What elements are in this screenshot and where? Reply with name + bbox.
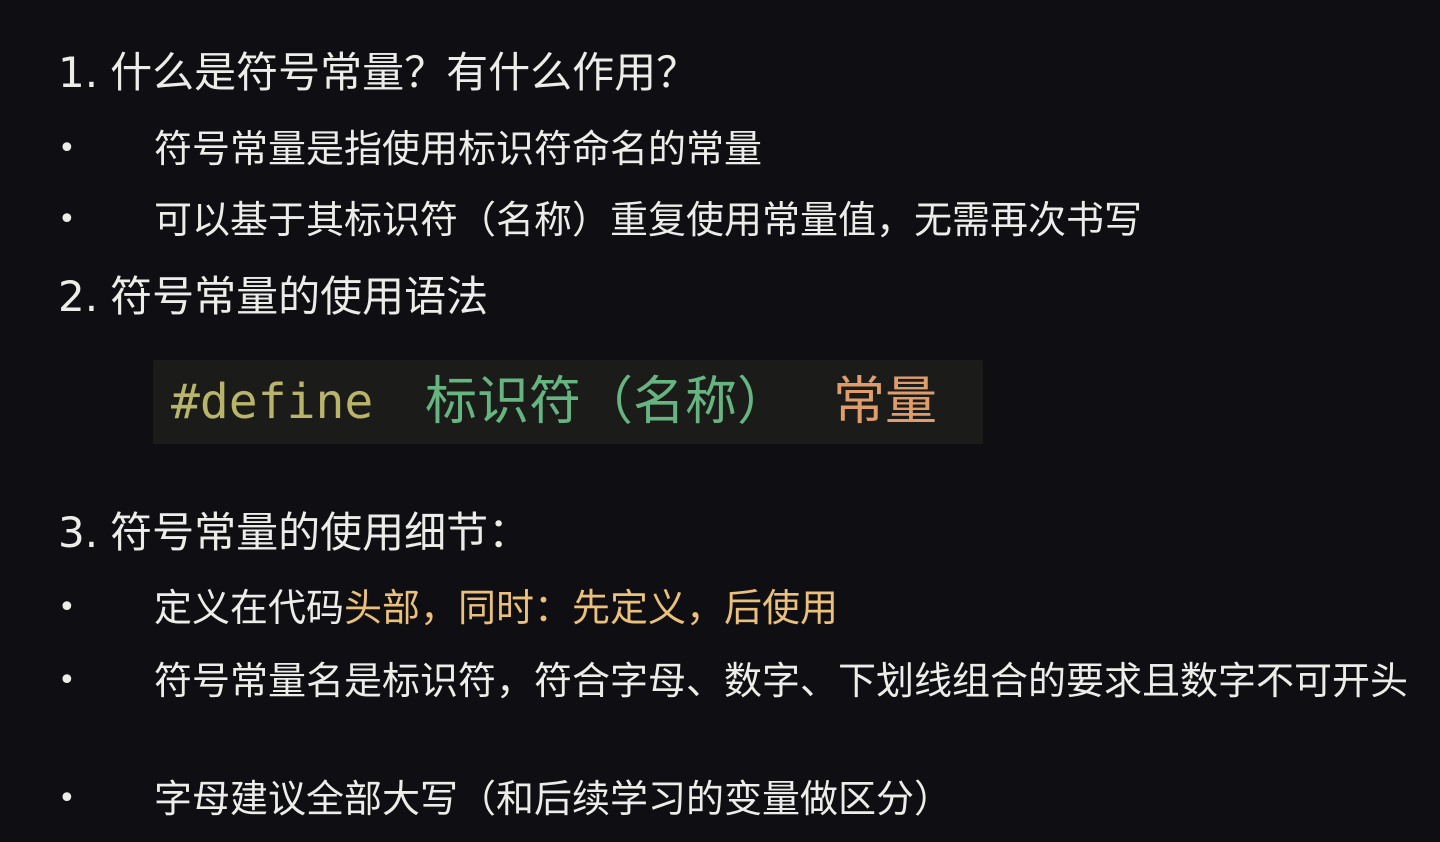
bullet-text: 符号常量是指使用标识符命名的常量 — [154, 127, 763, 171]
section-2-heading: 2. 符号常量的使用语法 — [58, 272, 488, 322]
code-identifier: 标识符（名称） — [425, 372, 790, 432]
bullet-text-plain: 定义在代码 — [154, 586, 345, 630]
section-1-number: 1. — [58, 48, 99, 97]
code-value: 常量 — [833, 372, 938, 432]
bullet-icon: • — [58, 202, 76, 237]
bullet-text: 字母建议全部大写（和后续学习的变量做区分） — [154, 777, 953, 821]
code-block: #define 标识符（名称） 常量 — [153, 360, 983, 444]
bullet-icon: • — [58, 131, 76, 166]
bullet-text: 符号常量名是标识符，符合字母、数字、下划线组合的要求且数字不可开头 — [154, 659, 1409, 703]
section-2-number: 2. — [58, 272, 99, 321]
code-keyword: #define — [171, 374, 374, 430]
section-1-title: 什么是符号常量？有什么作用？ — [110, 48, 699, 97]
bullet-text: 定义在代码头部，同时：先定义，后使用 — [154, 585, 1428, 631]
bullet-icon: • — [58, 590, 76, 625]
section-3-title: 符号常量的使用细节： — [110, 508, 531, 557]
bullet-text: 可以基于其标识符（名称）重复使用常量值，无需再次书写 — [154, 198, 1143, 242]
section-3-heading: 3. 符号常量的使用细节： — [58, 508, 530, 558]
section-3-number: 3. — [58, 508, 99, 557]
bullet-icon: • — [58, 663, 76, 698]
section-2-title: 符号常量的使用语法 — [110, 272, 489, 321]
bullet-text-highlight: 头部，同时：先定义，后使用 — [344, 586, 839, 630]
bullet-icon: • — [58, 781, 76, 816]
section-1-heading: 1. 什么是符号常量？有什么作用？ — [58, 48, 698, 98]
